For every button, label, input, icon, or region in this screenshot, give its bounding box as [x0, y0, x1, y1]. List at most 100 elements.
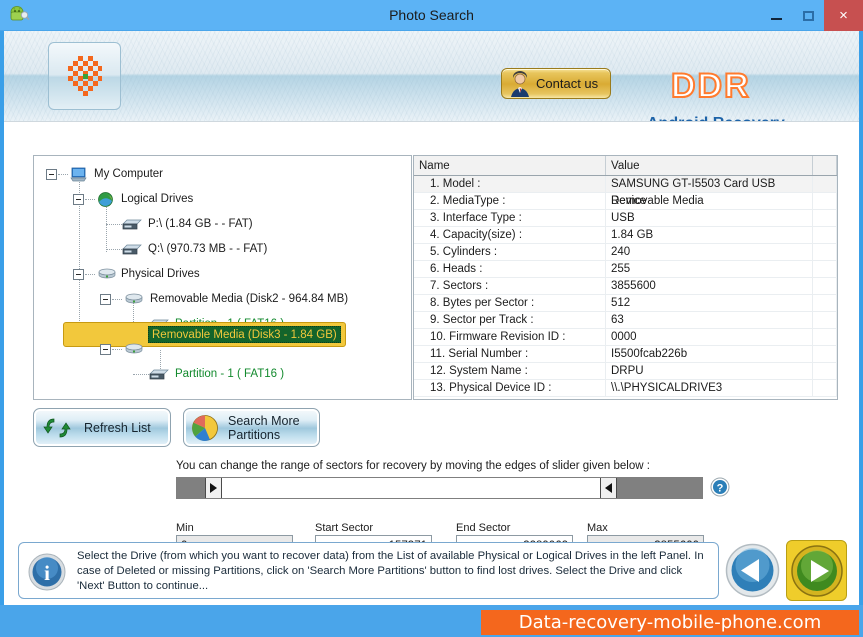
cell-spacer — [813, 176, 837, 192]
tree-item-partition-disk3[interactable]: Partition - 1 ( FAT16 ) — [34, 362, 411, 387]
minimize-icon — [770, 17, 782, 20]
tree-item-removable-media-disk3[interactable] — [34, 337, 411, 362]
search-more-partitions-label-line2: Partitions — [228, 427, 281, 442]
search-more-partitions-label-line1: Search More — [228, 413, 300, 428]
logical-drives-icon — [98, 192, 113, 207]
tree-item-drive-q[interactable]: Q:\ (970.73 MB - - FAT) — [34, 237, 411, 262]
cell-name: 10. Firmware Revision ID : — [414, 329, 606, 345]
cell-spacer — [813, 329, 837, 345]
table-row[interactable]: 5. Cylinders : 240 — [414, 244, 837, 261]
triangle-left-icon — [605, 483, 612, 493]
cell-spacer — [813, 278, 837, 294]
cell-name: 8. Bytes per Sector : — [414, 295, 606, 311]
cell-spacer — [813, 295, 837, 311]
cell-value: 1.84 GB — [606, 227, 813, 243]
table-row[interactable]: 10. Firmware Revision ID : 0000 — [414, 329, 837, 346]
back-button[interactable] — [722, 540, 783, 601]
computer-icon — [70, 167, 87, 182]
cell-value: DRPU — [606, 363, 813, 379]
table-row[interactable]: 7. Sectors : 3855600 — [414, 278, 837, 295]
close-button[interactable]: × — [824, 0, 863, 31]
sector-range-slider[interactable] — [176, 477, 703, 499]
drives-tree: My Computer Logical Drives P:\ (1.84 GB … — [34, 156, 411, 387]
tree-item-drive-p[interactable]: P:\ (1.84 GB - - FAT) — [34, 212, 411, 237]
tree-item-removable-media-disk2[interactable]: Removable Media (Disk2 - 964.84 MB) — [34, 287, 411, 312]
start-sector-label: Start Sector — [315, 522, 374, 534]
cell-value: 63 — [606, 312, 813, 328]
table-row[interactable]: 2. MediaType : Removable Media — [414, 193, 837, 210]
tree-connector — [106, 224, 122, 225]
drive-icon — [122, 219, 142, 230]
refresh-list-label: Refresh List — [84, 420, 151, 435]
table-row[interactable]: 13. Physical Device ID : \\.\PHYSICALDRI… — [414, 380, 837, 397]
search-more-partitions-button[interactable]: Search More Partitions — [183, 408, 320, 447]
tree-connector — [58, 174, 68, 175]
cell-value: 255 — [606, 261, 813, 277]
table-row[interactable]: 11. Serial Number : I5500fcab226b — [414, 346, 837, 363]
expander-minus-icon[interactable] — [100, 344, 111, 355]
cell-spacer — [813, 261, 837, 277]
expander-minus-icon[interactable] — [73, 194, 84, 205]
table-row[interactable]: 8. Bytes per Sector : 512 — [414, 295, 837, 312]
slider-selected-track[interactable] — [222, 478, 600, 498]
slider-left-handle-icon[interactable] — [205, 478, 222, 498]
column-header-name[interactable]: Name — [414, 156, 606, 175]
tree-item-label: Physical Drives — [121, 268, 200, 280]
tree-connector — [106, 249, 122, 250]
table-row[interactable]: 12. System Name : DRPU — [414, 363, 837, 380]
expander-minus-icon[interactable] — [46, 169, 57, 180]
table-row[interactable]: 1. Model : SAMSUNG GT-I5503 Card USB Dev… — [414, 176, 837, 207]
next-button[interactable] — [786, 540, 847, 601]
maximize-icon — [802, 10, 814, 21]
table-header-row: Name Value — [414, 156, 837, 176]
checkered-photo-icon — [67, 56, 102, 96]
svg-text:i: i — [44, 561, 50, 585]
application-window: Photo Search × Contact us DDR My Compute… — [0, 0, 863, 637]
tree-item-label: P:\ (1.84 GB - - FAT) — [148, 218, 253, 230]
drives-tree-panel[interactable]: My Computer Logical Drives P:\ (1.84 GB … — [33, 155, 412, 400]
contact-us-label: Contact us — [536, 76, 599, 91]
cell-value: I5500fcab226b — [606, 346, 813, 362]
cell-spacer — [813, 227, 837, 243]
cell-name: 2. MediaType : — [414, 193, 606, 209]
cell-name: 1. Model : — [414, 176, 606, 192]
table-row[interactable]: 3. Interface Type : USB — [414, 210, 837, 227]
cell-spacer — [813, 244, 837, 260]
back-arrow-button — [725, 543, 780, 598]
tree-item-my-computer[interactable]: My Computer — [34, 162, 411, 187]
info-panel-text: Select the Drive (from which you want to… — [77, 550, 704, 592]
cell-value: USB — [606, 210, 813, 226]
table-row[interactable]: 9. Sector per Track : 63 — [414, 312, 837, 329]
cell-spacer — [813, 380, 837, 396]
physical-drives-icon — [125, 293, 143, 304]
drive-details-table[interactable]: Name Value 1. Model : SAMSUNG GT-I5503 C… — [413, 155, 838, 400]
cell-value: SAMSUNG GT-I5503 Card USB Device — [606, 176, 813, 207]
max-label: Max — [587, 522, 608, 534]
slider-right-handle-icon[interactable] — [600, 478, 617, 498]
cell-name: 3. Interface Type : — [414, 210, 606, 226]
cell-name: 6. Heads : — [414, 261, 606, 277]
cell-spacer — [813, 346, 837, 362]
table-row[interactable]: 6. Heads : 255 — [414, 261, 837, 278]
triangle-right-icon — [210, 483, 217, 493]
expander-minus-icon[interactable] — [100, 294, 111, 305]
drive-icon — [122, 244, 142, 255]
table-row[interactable]: 4. Capacity(size) : 1.84 GB — [414, 227, 837, 244]
contact-us-button[interactable]: Contact us — [501, 68, 611, 99]
slider-hint-text: You can change the range of sectors for … — [176, 460, 650, 472]
maximize-button[interactable] — [792, 0, 824, 31]
refresh-list-button[interactable]: Refresh List — [33, 408, 171, 447]
min-label: Min — [176, 522, 194, 534]
column-header-value[interactable]: Value — [606, 156, 813, 175]
cell-name: 5. Cylinders : — [414, 244, 606, 260]
ddr-brand-logo: DDR — [670, 66, 751, 106]
tree-item-logical-drives[interactable]: Logical Drives — [34, 187, 411, 212]
help-question-icon[interactable]: ? — [710, 477, 730, 497]
cell-value: 3855600 — [606, 278, 813, 294]
tree-connector — [112, 349, 122, 350]
cell-name: 11. Serial Number : — [414, 346, 606, 362]
tree-item-label: Removable Media (Disk2 - 964.84 MB) — [150, 293, 349, 305]
expander-minus-icon[interactable] — [73, 269, 84, 280]
tree-item-physical-drives[interactable]: Physical Drives — [34, 262, 411, 287]
minimize-button[interactable] — [760, 0, 792, 31]
